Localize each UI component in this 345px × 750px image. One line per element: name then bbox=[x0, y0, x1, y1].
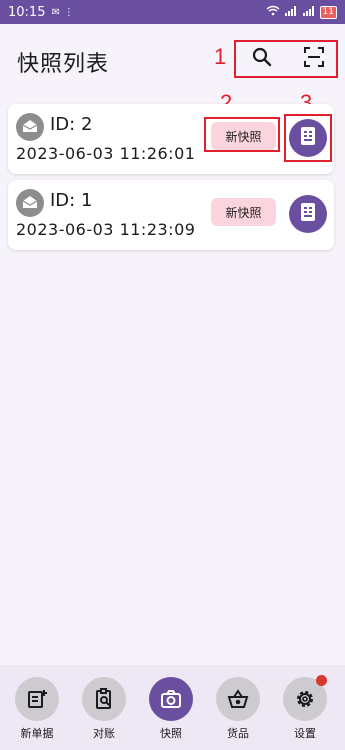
new-document-icon bbox=[15, 677, 59, 721]
snapshot-timestamp: 2023-06-03 11:26:01 bbox=[16, 144, 196, 163]
annotation-label: 1 bbox=[214, 44, 227, 69]
scan-icon bbox=[303, 46, 325, 72]
nav-label: 设置 bbox=[294, 727, 316, 740]
wifi-icon bbox=[266, 5, 280, 19]
snapshot-id: ID: 2 bbox=[50, 114, 93, 135]
view-document-button[interactable] bbox=[289, 195, 327, 233]
document-icon bbox=[299, 202, 317, 226]
camera-icon bbox=[149, 677, 193, 721]
nav-label: 对账 bbox=[93, 727, 115, 740]
nav-label: 新单据 bbox=[20, 727, 54, 740]
search-icon bbox=[251, 46, 273, 72]
avatar bbox=[16, 189, 44, 217]
mail-icon bbox=[22, 118, 38, 137]
app-bar: 快照列表 1 bbox=[0, 24, 345, 94]
notification-icon: ✉ bbox=[51, 6, 60, 18]
basket-icon bbox=[216, 677, 260, 721]
status-bar: 10:15 ✉ ⋮ 11 bbox=[0, 0, 345, 24]
new-snapshot-button[interactable]: 新快照 bbox=[211, 198, 276, 226]
gear-icon bbox=[283, 675, 327, 721]
clipboard-search-icon bbox=[82, 677, 126, 721]
battery-indicator: 11 bbox=[319, 5, 337, 19]
cell-signal-icon bbox=[284, 5, 298, 19]
nav-item-reconcile[interactable]: 对账 bbox=[79, 677, 129, 741]
notification-badge bbox=[316, 675, 327, 686]
nav-item-goods[interactable]: 货品 bbox=[213, 677, 263, 741]
annotation-box bbox=[204, 117, 280, 152]
search-button[interactable] bbox=[247, 44, 277, 74]
nav-item-snapshot[interactable]: 快照 bbox=[146, 677, 196, 741]
snapshot-card[interactable]: ID: 2 2023-06-03 11:26:01 新快照 bbox=[8, 104, 334, 174]
snapshot-card[interactable]: ID: 1 2023-06-03 11:23:09 新快照 bbox=[8, 180, 334, 250]
bottom-navigation: 新单据 对账 快照 货品 设置 bbox=[0, 665, 345, 750]
nav-item-settings[interactable]: 设置 bbox=[280, 675, 330, 741]
snapshot-timestamp: 2023-06-03 11:23:09 bbox=[16, 220, 196, 239]
nav-label: 快照 bbox=[160, 727, 182, 740]
scan-button[interactable] bbox=[299, 44, 329, 74]
signal-small-icon: ⋮ bbox=[63, 6, 74, 18]
nav-label: 货品 bbox=[227, 727, 249, 740]
status-time: 10:15 bbox=[8, 4, 46, 20]
avatar bbox=[16, 113, 44, 141]
nav-item-new-document[interactable]: 新单据 bbox=[12, 677, 62, 741]
annotation-box bbox=[284, 114, 332, 162]
mail-icon bbox=[22, 194, 38, 213]
cell-signal-icon bbox=[302, 5, 316, 19]
snapshot-id: ID: 1 bbox=[50, 190, 93, 211]
page-title: 快照列表 bbox=[17, 52, 110, 77]
